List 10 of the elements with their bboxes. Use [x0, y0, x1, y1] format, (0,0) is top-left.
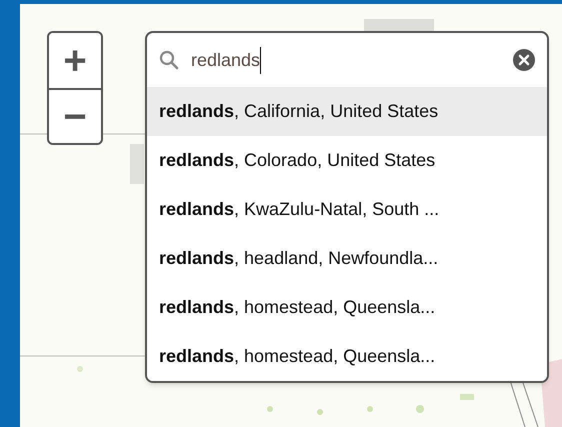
- search-icon: [159, 50, 179, 70]
- search-field[interactable]: redlands: [147, 33, 547, 87]
- clear-icon[interactable]: [513, 49, 535, 71]
- suggestion-item[interactable]: redlands, headland, Newfoundla...: [147, 234, 547, 283]
- suggestion-item[interactable]: redlands, California, United States: [147, 87, 547, 136]
- suggestion-item[interactable]: redlands, homestead, Queensla...: [147, 332, 547, 381]
- suggestion-item[interactable]: redlands, KwaZulu-Natal, South ...: [147, 185, 547, 234]
- zoom-out-button[interactable]: −: [49, 88, 101, 143]
- suggestion-item[interactable]: redlands, homestead, Queensla...: [147, 283, 547, 332]
- suggestion-item[interactable]: redlands, Colorado, United States: [147, 136, 547, 185]
